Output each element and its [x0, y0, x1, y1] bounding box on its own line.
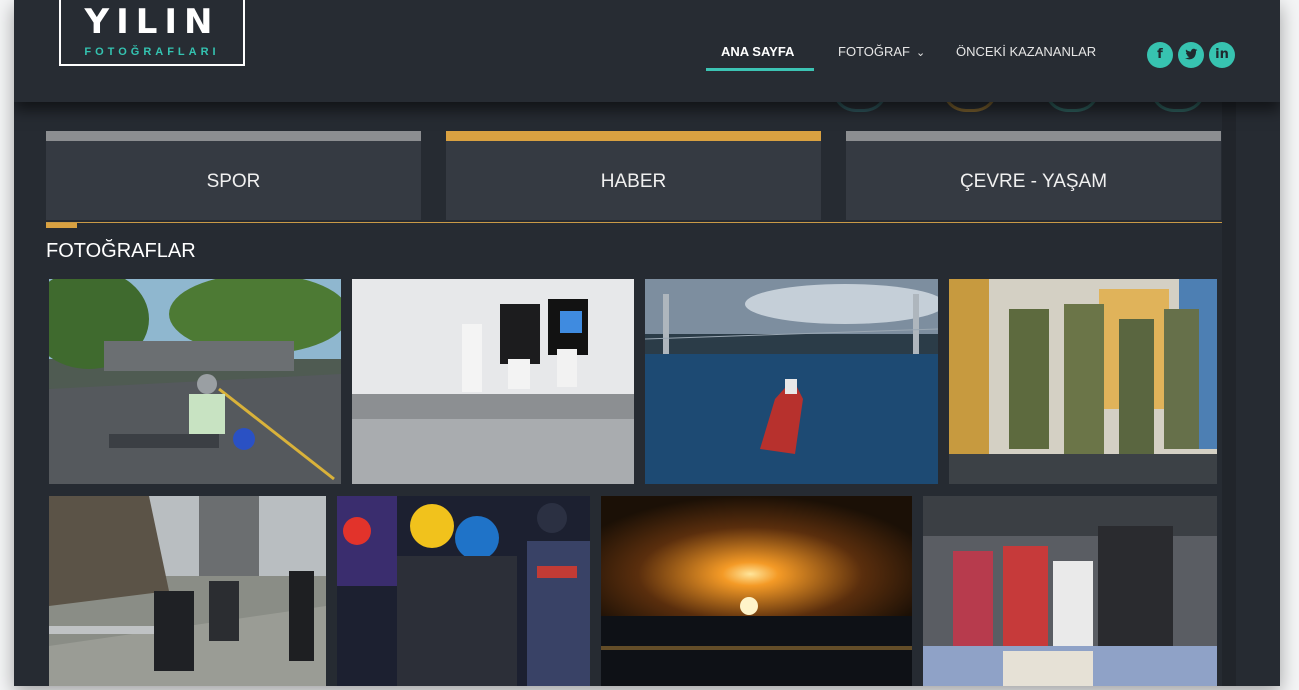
right-edge-strip	[1222, 102, 1236, 686]
category-tab-label: ÇEVRE - YAŞAM	[959, 171, 1108, 192]
category-tab-indicator	[46, 131, 421, 141]
top-navigation-bar: YILIN FOTOĞRAFLARI ANA SAYFA FOTOĞRAF ⌄ Ö…	[14, 0, 1280, 102]
photo-thumbnail-snow-walkers[interactable]	[352, 279, 634, 484]
section-accent-bar	[46, 223, 77, 228]
photo-thumbnail-bosphorus-ship[interactable]	[645, 279, 938, 484]
category-tab-indicator	[846, 131, 1221, 141]
category-tab-haber[interactable]: HABER	[446, 131, 821, 220]
site-logo[interactable]: YILIN FOTOĞRAFLARI	[59, 0, 245, 66]
category-tab-cevre-yasam[interactable]: ÇEVRE - YAŞAM	[846, 131, 1221, 220]
nav-photo-label: FOTOĞRAF	[838, 44, 910, 59]
nav-home-link[interactable]: ANA SAYFA	[721, 44, 794, 59]
logo-subtitle: FOTOĞRAFLARI	[84, 46, 220, 58]
category-tab-indicator	[446, 131, 821, 141]
page-frame: YILIN FOTOĞRAFLARI ANA SAYFA FOTOĞRAF ⌄ Ö…	[14, 0, 1280, 686]
nav-active-indicator	[706, 68, 814, 71]
facebook-icon[interactable]: f	[1147, 42, 1173, 68]
photo-thumbnail-children[interactable]	[923, 496, 1217, 686]
nav-previous-winners-link[interactable]: ÖNCEKİ KAZANANLAR	[956, 44, 1096, 59]
photo-thumbnail-night-explosion[interactable]	[601, 496, 912, 686]
category-tab-label: HABER	[600, 171, 667, 192]
linkedin-icon[interactable]: in	[1209, 42, 1235, 68]
photo-thumbnail-miners[interactable]	[337, 496, 590, 686]
section-divider	[46, 222, 1222, 223]
nav-photo-menu[interactable]: FOTOĞRAF ⌄	[838, 44, 925, 59]
photo-thumbnail-protest-road[interactable]	[49, 279, 341, 484]
photo-thumbnail-soldiers[interactable]	[949, 279, 1217, 484]
category-tab-label: SPOR	[206, 171, 261, 192]
category-tab-spor[interactable]: SPOR	[46, 131, 421, 220]
chevron-down-icon: ⌄	[915, 47, 926, 59]
section-title: FOTOĞRAFLAR	[46, 240, 196, 262]
twitter-icon[interactable]	[1178, 42, 1204, 68]
logo-title: YILIN	[84, 2, 220, 42]
photo-thumbnail-war-road[interactable]	[49, 496, 326, 686]
